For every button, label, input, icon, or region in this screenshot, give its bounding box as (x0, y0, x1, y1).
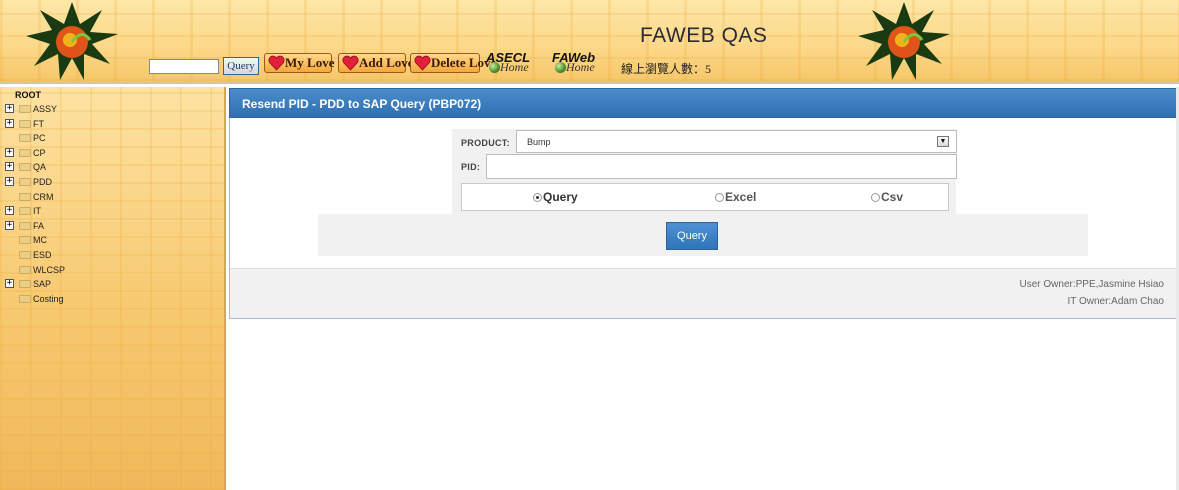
expand-plus-icon[interactable]: + (5, 206, 14, 216)
expand-plus-icon[interactable]: + (5, 176, 14, 186)
expand-plus-icon[interactable]: + (5, 147, 14, 157)
tree-list: + ASSY + FT PC + CP + QA + PDD CRM + IT + FA MC ESD WLCSP +… (3, 102, 123, 306)
expand-plus-icon[interactable]: + (5, 162, 14, 172)
sidebar-item-ft[interactable]: + FT (3, 117, 123, 132)
folder-icon (19, 148, 31, 157)
sidebar-item-pdd[interactable]: + PDD (3, 175, 123, 190)
radio-unchecked-icon (871, 193, 880, 202)
search-input[interactable] (149, 59, 219, 74)
sidebar-item-crm[interactable]: CRM (3, 190, 123, 205)
query-button[interactable]: Query (666, 222, 718, 250)
add-love-button[interactable]: Add Love (338, 53, 414, 73)
chevron-down-icon[interactable]: ▼ (937, 136, 949, 147)
sidebar-item-mc[interactable]: MC (3, 233, 123, 248)
folder-icon (19, 105, 31, 113)
sidebar-item-sap[interactable]: + SAP (3, 277, 123, 292)
heart-icon (342, 55, 359, 71)
owner-footer: User Owner:PPE,Jasmine Hsiao IT Owner:Ad… (230, 268, 1176, 318)
header-banner: FAWEB QAS Query My Love Add Love Delete … (0, 0, 1179, 84)
sidebar-item-label: MC (33, 235, 47, 246)
product-select[interactable]: Bump ▼ (516, 130, 957, 153)
product-label: PRODUCT: (461, 138, 510, 148)
sidebar-tree: ROOT + ASSY + FT PC + CP + QA + PDD CRM + IT + FA MC ESD W… (0, 87, 226, 490)
app-title: FAWEB QAS (640, 24, 768, 47)
online-user-count: 線上瀏覽人數：5 (621, 62, 712, 76)
sidebar-item-cp[interactable]: + CP (3, 146, 123, 161)
radio-checked-icon (533, 193, 542, 202)
query-form: PRODUCT: Bump ▼ PID: Query Excel Csv (452, 129, 957, 216)
panel-body: PRODUCT: Bump ▼ PID: Query Excel Csv Que… (229, 118, 1177, 319)
sidebar-item-wlcsp[interactable]: WLCSP (3, 263, 123, 278)
radio-csv[interactable]: Csv (871, 190, 903, 204)
add-love-label: Add Love (359, 55, 414, 70)
my-love-button[interactable]: My Love (264, 53, 335, 73)
pid-label: PID: (461, 162, 481, 172)
faweb-link-subtitle: Home (566, 60, 595, 74)
star-logo-icon (858, 2, 950, 80)
sidebar-item-label: CRM (33, 191, 54, 202)
folder-icon (19, 134, 31, 143)
sidebar-item-qa[interactable]: + QA (3, 160, 123, 175)
folder-icon (19, 207, 31, 216)
sidebar-item-label: FT (33, 118, 44, 129)
sidebar-item-label: WLCSP (33, 264, 66, 275)
sidebar-item-label: PC (33, 133, 46, 144)
pid-input[interactable] (486, 154, 957, 179)
user-owner-text: User Owner:PPE,Jasmine Hsiao (1019, 279, 1165, 290)
my-love-label: My Love (285, 55, 335, 70)
asecl-link-subtitle: Home (500, 60, 529, 74)
radio-unchecked-icon (715, 193, 724, 202)
sidebar-item-label: QA (33, 162, 47, 173)
main-panel: Resend PID - PDD to SAP Query (PBP072) P… (229, 88, 1177, 319)
sidebar-item-fa[interactable]: + FA (3, 219, 123, 234)
expand-plus-icon[interactable]: + (5, 118, 14, 128)
radio-excel[interactable]: Excel (715, 190, 756, 204)
sidebar-item-label: Costing (33, 293, 64, 304)
sidebar-item-label: IT (33, 206, 41, 217)
radio-query-label: Query (543, 190, 578, 204)
faweb-home-link[interactable]: FAWeb Home (552, 50, 622, 76)
radio-excel-label: Excel (725, 190, 757, 204)
asecl-home-link[interactable]: ASECL Home (486, 50, 548, 76)
sidebar-item-label: ASSY (33, 104, 58, 114)
expand-plus-icon[interactable]: + (5, 220, 14, 230)
sidebar-item-label: PDD (33, 176, 53, 187)
it-owner-text: IT Owner:Adam Chao (1067, 296, 1164, 307)
heart-icon (268, 55, 285, 71)
folder-icon (19, 119, 31, 128)
folder-icon (19, 221, 31, 230)
sidebar-item-label: FA (33, 220, 45, 231)
sidebar-item-it[interactable]: + IT (3, 204, 123, 219)
sidebar-item-pc[interactable]: PC (3, 131, 123, 146)
folder-icon (19, 280, 31, 289)
folder-icon (19, 294, 31, 303)
delete-love-button[interactable]: Delete Love (410, 53, 496, 73)
sidebar-item-label: ESD (33, 249, 52, 260)
header-query-button[interactable]: Query (223, 57, 259, 75)
globe-icon (489, 62, 500, 73)
sidebar-item-costing[interactable]: Costing (3, 292, 123, 307)
radio-csv-label: Csv (881, 190, 904, 204)
output-format-radio-group: Query Excel Csv (461, 183, 949, 211)
sidebar-item-label: CP (33, 147, 46, 158)
sidebar-item-esd[interactable]: ESD (3, 248, 123, 263)
folder-icon (19, 250, 31, 259)
folder-icon (19, 177, 31, 186)
sidebar-item-label: SAP (33, 279, 52, 290)
panel-title: Resend PID - PDD to SAP Query (PBP072) (229, 88, 1177, 118)
star-logo-icon (26, 2, 118, 80)
folder-icon (19, 192, 31, 201)
heart-icon (414, 55, 431, 71)
tree-root-label: ROOT (15, 90, 41, 100)
expand-plus-icon[interactable]: + (5, 104, 14, 113)
folder-icon (19, 236, 31, 245)
expand-plus-icon[interactable]: + (5, 279, 14, 289)
sidebar-item-assy[interactable]: + ASSY (3, 102, 123, 117)
folder-icon (19, 163, 31, 172)
globe-icon (555, 62, 566, 73)
product-selected-value: Bump (527, 137, 551, 147)
folder-icon (19, 265, 31, 274)
radio-query[interactable]: Query (533, 190, 578, 204)
